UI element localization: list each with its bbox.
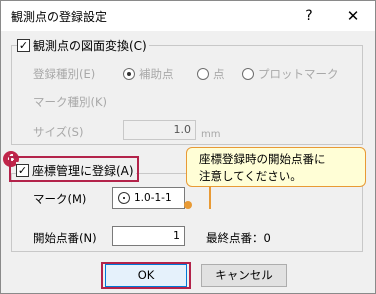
callout-connector	[209, 187, 211, 209]
drawing-conversion-checkbox[interactable]: ✓ 観測点の図面変換(C)	[17, 37, 149, 54]
cancel-button[interactable]: キャンセル	[201, 264, 287, 287]
start-number-input[interactable]: 1	[112, 226, 185, 246]
drawing-conversion-label: 観測点の図面変換(C)	[33, 39, 147, 53]
checkbox-checked-icon: ✓	[16, 164, 29, 177]
callout-pointer-dot	[184, 201, 192, 209]
mark-select-button[interactable]: 1.0-1-1	[112, 187, 185, 209]
point-mark-icon	[118, 192, 130, 204]
radio-auxiliary-point[interactable]: 補助点	[123, 66, 174, 82]
last-number-label: 最終点番：0	[206, 231, 271, 245]
coordinate-register-checkbox[interactable]: ✓ 座標管理に登録(A)	[16, 162, 136, 179]
size-label: サイズ(S)	[33, 125, 84, 139]
size-unit: mm	[201, 129, 221, 140]
registration-type-label: 登録種別(E)	[33, 67, 96, 81]
size-input[interactable]: 1.0	[123, 120, 196, 140]
coordinate-register-label: 座標管理に登録(A)	[32, 164, 134, 178]
close-icon[interactable]: ✕	[341, 5, 365, 27]
radio-selected-icon	[123, 68, 135, 80]
title-bar: 観測点の登録設定 ? ✕	[1, 1, 375, 31]
callout-line-2: 注意してください。	[199, 169, 302, 183]
dialog-title: 観測点の登録設定	[11, 10, 108, 24]
start-number-label: 開始点番(N)	[33, 231, 97, 245]
callout-note: 座標登録時の開始点番に 注意してください。	[186, 147, 366, 187]
mark-type-label: マーク種別(K)	[33, 95, 108, 109]
radio-point[interactable]: 点	[197, 66, 225, 82]
radio-empty-icon	[242, 68, 254, 80]
radio-label: プロットマーク	[258, 67, 339, 81]
callout-line-1: 座標登録時の開始点番に	[199, 152, 326, 166]
checkbox-checked-icon: ✓	[17, 39, 30, 52]
radio-plot-mark[interactable]: プロットマーク	[242, 66, 339, 82]
radio-label: 補助点	[139, 67, 174, 81]
ok-button[interactable]: OK	[105, 264, 187, 287]
dialog-window: 観測点の登録設定 ? ✕ ✓ 観測点の図面変換(C) 登録種別(E) 補助点 点…	[0, 0, 376, 294]
mark-value: 1.0-1-1	[134, 192, 172, 204]
mark-label: マーク(M)	[33, 192, 87, 206]
radio-label: 点	[213, 67, 225, 81]
radio-empty-icon	[197, 68, 209, 80]
help-icon[interactable]: ?	[297, 5, 321, 27]
